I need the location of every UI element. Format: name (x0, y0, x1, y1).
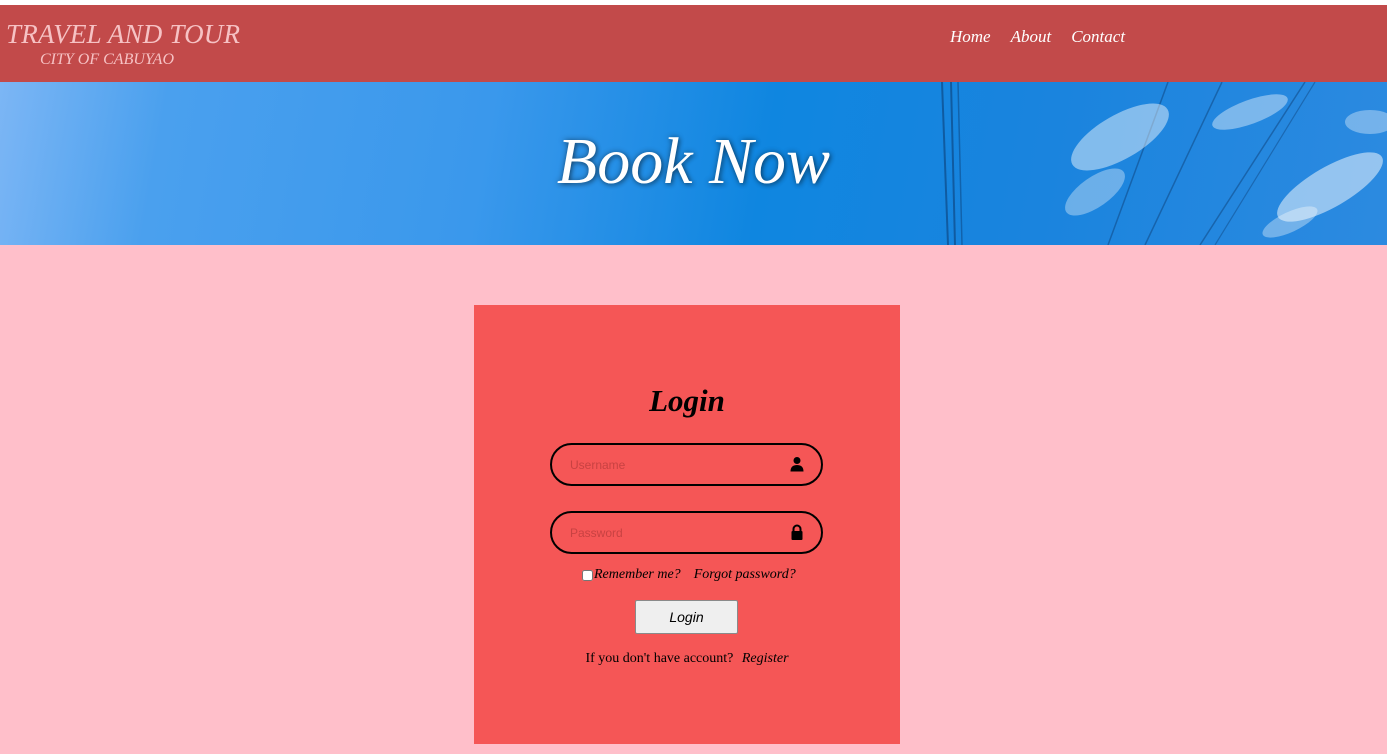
register-prompt: If you don't have account? (585, 651, 734, 666)
hero-banner: Book Now (0, 82, 1387, 245)
brand-title: TRAVEL AND TOUR (6, 19, 241, 49)
login-card: Login Remember me? Forgot password? Logi… (474, 305, 900, 744)
site-header: TRAVEL AND TOUR CITY OF CABUYAO Home Abo… (0, 5, 1387, 82)
hero-title: Book Now (556, 125, 831, 198)
remember-label: Remember me? (594, 567, 681, 582)
forgot-password-link[interactable]: Forgot password? (694, 567, 796, 583)
user-icon (790, 457, 804, 472)
lock-icon (791, 524, 803, 540)
password-input[interactable] (570, 513, 780, 552)
login-options: Remember me? Forgot password? (582, 567, 796, 583)
nav-home-link[interactable]: Home (950, 27, 991, 47)
username-field-wrapper (550, 443, 823, 486)
register-link[interactable]: Register (742, 651, 789, 666)
main-nav: Home About Contact (950, 27, 1145, 47)
nav-about-link[interactable]: About (1011, 27, 1052, 47)
password-field-wrapper (550, 511, 823, 554)
username-input[interactable] (570, 445, 780, 484)
remember-checkbox[interactable] (582, 569, 593, 581)
nav-contact-link[interactable]: Contact (1071, 27, 1125, 47)
login-button[interactable]: Login (635, 600, 738, 634)
brand-subtitle: CITY OF CABUYAO (40, 51, 175, 68)
register-line: If you don't have account? Register (474, 651, 900, 667)
login-title: Login (649, 383, 725, 418)
